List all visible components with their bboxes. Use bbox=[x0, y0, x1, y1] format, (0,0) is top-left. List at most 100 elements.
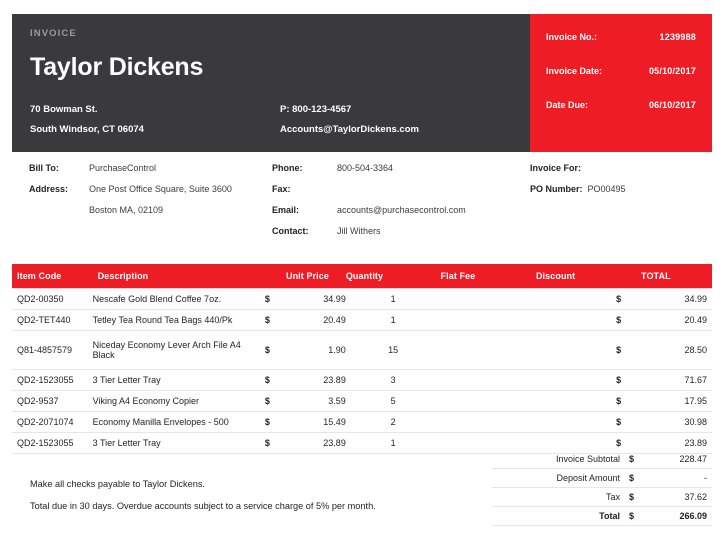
cell-price-currency: $ bbox=[264, 369, 286, 391]
column-header-quantity: Quantity bbox=[345, 264, 441, 289]
cell-flat-fee bbox=[440, 369, 536, 391]
phone-value: 800-504-3364 bbox=[337, 163, 394, 173]
cell-total-currency: $ bbox=[606, 411, 642, 433]
table-row: QD2-00350 Nescafe Gold Blend Coffee 7oz.… bbox=[12, 288, 712, 310]
cell-discount bbox=[535, 369, 607, 391]
cell-flat-fee bbox=[440, 288, 536, 310]
bill-to-row: Bill To: PurchaseControl bbox=[29, 158, 272, 179]
email-row: Email: accounts@purchasecontrol.com bbox=[272, 200, 530, 221]
cell-price-currency: $ bbox=[264, 288, 286, 310]
po-number-value: PO00495 bbox=[587, 184, 626, 194]
table-header-row: Item Code Description Unit Price Quantit… bbox=[12, 264, 712, 289]
contact-block: Phone: 800-504-3364 Fax: Email: accounts… bbox=[272, 158, 530, 254]
po-number-row: PO Number: PO00495 bbox=[530, 179, 712, 200]
cell-total-currency: $ bbox=[606, 330, 642, 370]
po-number-label: PO Number: bbox=[530, 184, 583, 194]
header-company-panel: INVOICE Taylor Dickens 70 Bowman St. Sou… bbox=[12, 14, 530, 152]
cell-quantity: 1 bbox=[345, 309, 441, 331]
email-value: accounts@purchasecontrol.com bbox=[337, 205, 466, 215]
column-header-currency-1 bbox=[264, 264, 286, 289]
bill-to-value: PurchaseControl bbox=[89, 163, 157, 173]
payment-notes: Make all checks payable to Taylor Dicken… bbox=[30, 473, 376, 517]
subtotal-label: Invoice Subtotal bbox=[555, 454, 620, 464]
totals-row-subtotal: Invoice Subtotal $ 228.47 bbox=[492, 450, 712, 469]
cell-discount bbox=[535, 288, 607, 310]
cell-price-currency: $ bbox=[264, 330, 286, 370]
cell-description: Nescafe Gold Blend Coffee 7oz. bbox=[92, 288, 265, 310]
column-header-currency-2 bbox=[606, 264, 642, 289]
cell-discount bbox=[535, 309, 607, 331]
column-header-flat-fee: Flat Fee bbox=[440, 264, 536, 289]
cell-price-currency: $ bbox=[264, 309, 286, 331]
invoice-header-band: INVOICE Taylor Dickens 70 Bowman St. Sou… bbox=[12, 14, 712, 152]
cell-description: 3 Tier Letter Tray bbox=[92, 369, 265, 391]
subtotal-currency: $ bbox=[629, 454, 635, 464]
bill-to-band: Bill To: PurchaseControl Address: One Po… bbox=[12, 158, 712, 254]
invoice-number-label: Invoice No.: bbox=[546, 32, 598, 42]
date-due-row: Date Due: 06/10/2017 bbox=[546, 100, 696, 110]
contact-row: Contact: Jill Withers bbox=[272, 221, 530, 242]
totals-row-tax: Tax $ 37.62 bbox=[492, 488, 712, 507]
table-row: QD2-1523055 3 Tier Letter Tray $ 23.89 3… bbox=[12, 369, 712, 391]
cell-unit-price: 3.59 bbox=[285, 390, 346, 412]
email-label: Email: bbox=[272, 205, 300, 215]
header-address: 70 Bowman St. South Windsor, CT 06074 bbox=[30, 100, 280, 140]
phone-row: Phone: 800-504-3364 bbox=[272, 158, 530, 179]
cell-item-code: QD2-1523055 bbox=[12, 432, 93, 454]
column-header-total: TOTAL bbox=[641, 264, 712, 289]
deposit-value: - bbox=[704, 473, 707, 483]
cell-discount bbox=[535, 330, 607, 370]
cell-price-currency: $ bbox=[264, 411, 286, 433]
grand-total-value: 266.09 bbox=[679, 511, 707, 521]
company-name: Taylor Dickens bbox=[30, 53, 204, 81]
cell-flat-fee bbox=[440, 309, 536, 331]
invoice-kicker: INVOICE bbox=[30, 28, 77, 39]
cell-unit-price: 23.89 bbox=[285, 369, 346, 391]
header-email: Accounts@TaylorDickens.com bbox=[280, 124, 419, 135]
cell-description: Niceday Economy Lever Arch File A4 Black bbox=[92, 330, 265, 370]
cell-item-code: QD2-2071074 bbox=[12, 411, 93, 433]
deposit-label: Deposit Amount bbox=[556, 473, 620, 483]
cell-total: 30.98 bbox=[641, 411, 712, 433]
cell-total-currency: $ bbox=[606, 390, 642, 412]
column-header-item-code: Item Code bbox=[12, 264, 93, 289]
cell-total-currency: $ bbox=[606, 369, 642, 391]
cell-discount bbox=[535, 390, 607, 412]
header-address-line2: South Windsor, CT 06074 bbox=[30, 124, 144, 135]
table-row: QD2-9537 Viking A4 Economy Copier $ 3.59… bbox=[12, 390, 712, 412]
invoice-date-label: Invoice Date: bbox=[546, 66, 603, 76]
invoice-date-value: 05/10/2017 bbox=[648, 66, 696, 76]
payment-note-line-2: Total due in 30 days. Overdue accounts s… bbox=[30, 501, 376, 511]
table-row: QD2-TET440 Tetley Tea Round Tea Bags 440… bbox=[12, 309, 712, 331]
cell-quantity: 1 bbox=[345, 288, 441, 310]
address-row-2: Boston MA, 02109 bbox=[29, 200, 272, 221]
contact-label: Contact: bbox=[272, 226, 309, 236]
tax-label: Tax bbox=[605, 492, 620, 502]
cell-quantity: 3 bbox=[345, 369, 441, 391]
invoice-meta-panel: Invoice No.: 1239988 Invoice Date: 05/10… bbox=[530, 14, 712, 152]
cell-total: 17.95 bbox=[641, 390, 712, 412]
cell-total: 20.49 bbox=[641, 309, 712, 331]
header-phone: P: 800-123-4567 bbox=[280, 104, 352, 115]
cell-description: Economy Manilla Envelopes - 500 bbox=[92, 411, 265, 433]
table-body: QD2-00350 Nescafe Gold Blend Coffee 7oz.… bbox=[12, 288, 712, 454]
grand-total-label: Total bbox=[599, 511, 620, 521]
cell-description: Viking A4 Economy Copier bbox=[92, 390, 265, 412]
header-contact-info: P: 800-123-4567 Accounts@TaylorDickens.c… bbox=[280, 100, 512, 140]
line-items-table: Item Code Description Unit Price Quantit… bbox=[12, 264, 712, 454]
totals-row-grand-total: Total $ 266.09 bbox=[492, 507, 712, 526]
address-line2: Boston MA, 02109 bbox=[89, 205, 164, 215]
cell-quantity: 5 bbox=[345, 390, 441, 412]
date-due-value: 06/10/2017 bbox=[648, 100, 696, 110]
cell-total: 28.50 bbox=[641, 330, 712, 370]
header-contact-block: 70 Bowman St. South Windsor, CT 06074 P:… bbox=[30, 100, 512, 140]
column-header-discount: Discount bbox=[535, 264, 607, 289]
header-address-line1: 70 Bowman St. bbox=[30, 104, 98, 115]
cell-unit-price: 23.89 bbox=[285, 432, 346, 454]
grand-total-currency: $ bbox=[629, 511, 635, 521]
subtotal-value: 228.47 bbox=[679, 454, 707, 464]
table-row: QD2-2071074 Economy Manilla Envelopes - … bbox=[12, 411, 712, 433]
cell-total-currency: $ bbox=[606, 309, 642, 331]
phone-label: Phone: bbox=[272, 163, 303, 173]
cell-item-code: QD2-1523055 bbox=[12, 369, 93, 391]
